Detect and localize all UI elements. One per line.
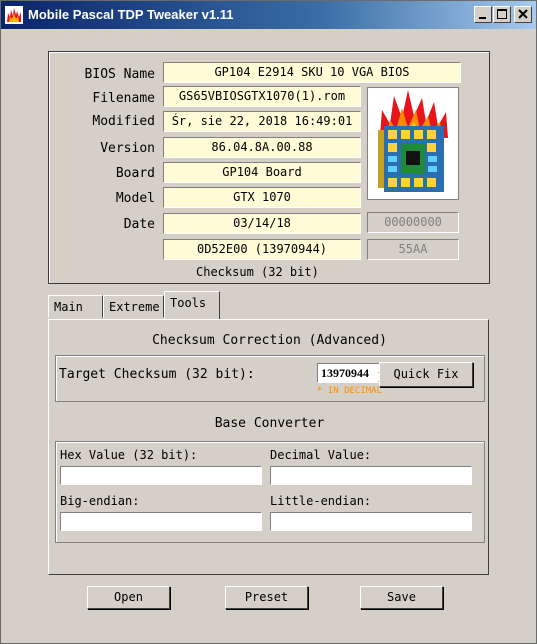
decimal-hint: * IN DECIMAL — [317, 386, 383, 396]
version-label: Version — [100, 141, 155, 156]
board-label: Board — [115, 166, 155, 181]
target-checksum-value: 13970944 — [321, 366, 369, 380]
title-bar[interactable]: Mobile Pascal TDP Tweaker v1.11 — [1, 1, 536, 29]
preset-button[interactable]: Preset — [225, 586, 308, 609]
gpu-fire-logo — [367, 87, 459, 200]
minimize-button[interactable] — [474, 6, 492, 23]
close-icon — [518, 9, 528, 19]
target-checksum-label: Target Checksum (32 bit): — [59, 367, 255, 382]
hex-value-input[interactable] — [60, 466, 262, 485]
big-endian-label: Big-endian: — [60, 494, 140, 508]
date-extra-field: 00000000 — [367, 212, 459, 233]
open-button[interactable]: Open — [87, 586, 170, 609]
flame-icon — [5, 6, 23, 24]
bios-name-label: BIOS Name — [84, 67, 155, 82]
hex-value-label: Hex Value (32 bit): — [60, 448, 198, 462]
board-field: GP104 Board — [163, 162, 361, 183]
gpu-fire-icon — [378, 90, 448, 192]
filename-field: GS65VBIOSGTX1070(1).rom — [163, 86, 361, 107]
quick-fix-button[interactable]: Quick Fix — [379, 362, 473, 387]
base-converter-title: Base Converter — [214, 416, 325, 431]
tab-main[interactable]: Main — [48, 295, 103, 318]
date-field: 03/14/18 — [163, 213, 361, 234]
date-label: Date — [123, 217, 155, 232]
close-button[interactable] — [514, 6, 532, 23]
modified-field: Śr, sie 22, 2018 16:49:01 — [163, 111, 361, 132]
maximize-icon — [497, 9, 507, 19]
tools-tab-pane: Checksum Correction (Advanced) Target Ch… — [48, 319, 489, 575]
tab-tools[interactable]: Tools — [164, 291, 220, 319]
checksum-correction-title: Checksum Correction (Advanced) — [152, 333, 387, 348]
tab-extreme[interactable]: Extreme — [103, 295, 164, 318]
filename-label: Filename — [92, 91, 155, 106]
bios-name-field: GP104 E2914 SKU 10 VGA BIOS — [163, 62, 461, 83]
model-field: GTX 1070 — [163, 187, 361, 208]
little-endian-input[interactable] — [270, 512, 472, 531]
decimal-value-input[interactable] — [270, 466, 472, 485]
little-endian-label: Little-endian: — [270, 494, 372, 508]
window-title: Mobile Pascal TDP Tweaker v1.11 — [28, 7, 234, 22]
save-button[interactable]: Save — [360, 586, 443, 609]
minimize-icon — [479, 17, 486, 19]
decimal-value-label: Decimal Value: — [270, 448, 372, 462]
model-label: Model — [115, 191, 155, 206]
version-field: 86.04.8A.00.88 — [163, 137, 361, 158]
checksum-extra-field: 55AA — [367, 239, 459, 260]
big-endian-input[interactable] — [60, 512, 262, 531]
checksum-field: 0D52E00 (13970944) — [163, 239, 361, 260]
modified-label: Modified — [92, 114, 155, 129]
maximize-button[interactable] — [493, 6, 511, 23]
app-window: Mobile Pascal TDP Tweaker v1.11 BIOS Nam… — [0, 0, 537, 644]
checksum-caption: Checksum (32 bit) — [196, 265, 319, 279]
